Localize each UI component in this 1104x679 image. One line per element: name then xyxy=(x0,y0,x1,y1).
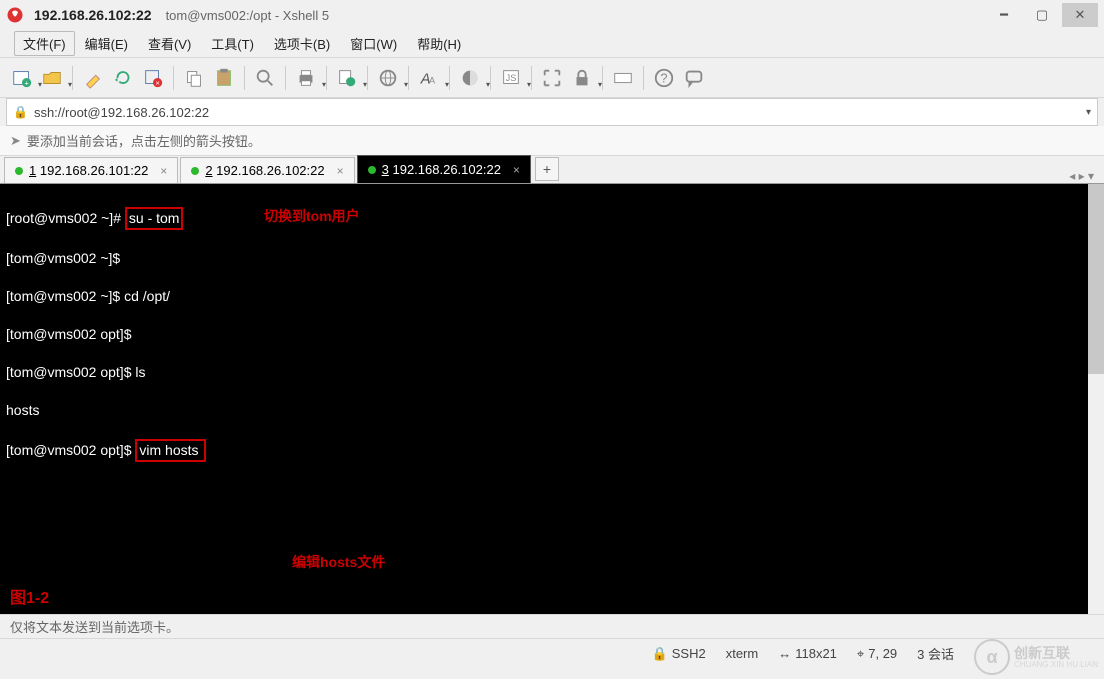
help-icon[interactable]: ? xyxy=(650,64,678,92)
arrow-hint-icon[interactable]: ➤ xyxy=(10,133,21,149)
tab-add-button[interactable]: + xyxy=(535,157,559,181)
address-text: ssh://root@192.168.26.102:22 xyxy=(34,105,209,120)
session-tabs: 1 192.168.26.101:22 × 2 192.168.26.102:2… xyxy=(0,156,1104,184)
svg-text:?: ? xyxy=(660,70,667,85)
footer-hint: 仅将文本发送到当前选项卡。 xyxy=(0,614,1104,638)
svg-text:JS: JS xyxy=(506,72,517,82)
search-icon[interactable] xyxy=(251,64,279,92)
status-cursor: ⌖7, 29 xyxy=(857,646,897,662)
terminal-scrollbar[interactable] xyxy=(1088,184,1104,614)
annotation-vim: 编辑hosts文件 xyxy=(292,553,385,572)
reconnect-icon[interactable] xyxy=(109,64,137,92)
cursor-icon: ⌖ xyxy=(857,646,864,662)
close-button[interactable]: ✕ xyxy=(1062,3,1098,27)
toolbar: +▾ ▾ × ▾ ▾ ▾ AA▾ ▾ JS▾ ▾ ? xyxy=(0,58,1104,98)
tab-nav[interactable]: ◂ ▸ ▾ xyxy=(1069,169,1100,183)
tab-2[interactable]: 2 192.168.26.102:22 × xyxy=(180,157,354,183)
title-subtitle: tom@vms002:/opt - Xshell 5 xyxy=(166,8,329,23)
chat-icon[interactable] xyxy=(680,64,708,92)
svg-text:+: + xyxy=(24,78,28,87)
menu-edit[interactable]: 编辑(E) xyxy=(75,30,138,57)
menubar: 文件(F) 编辑(E) 查看(V) 工具(T) 选项卡(B) 窗口(W) 帮助(… xyxy=(0,30,1104,58)
watermark-logo-icon: α xyxy=(974,639,1010,675)
status-ssh: 🔒SSH2 xyxy=(652,646,706,662)
highlight-box-vim: vim hosts xyxy=(135,439,206,462)
paste-icon[interactable] xyxy=(210,64,238,92)
menu-window[interactable]: 窗口(W) xyxy=(340,30,407,57)
font-icon[interactable]: AA▾ xyxy=(415,64,443,92)
address-dropdown-icon[interactable]: ▾ xyxy=(1086,107,1091,118)
status-sessions: 3 会话 xyxy=(917,644,954,663)
lock-icon[interactable]: ▾ xyxy=(568,64,596,92)
hint-bar: ➤ 要添加当前会话，点击左侧的箭头按钮。 xyxy=(0,126,1104,156)
highlight-box-su: su - tom xyxy=(125,207,184,230)
status-bar: 🔒SSH2 xterm ↔118x21 ⌖7, 29 3 会话 xyxy=(0,638,1104,668)
figure-label: 图1-2 xyxy=(10,589,49,608)
tab-1[interactable]: 1 192.168.26.101:22 × xyxy=(4,157,178,183)
title-host: 192.168.26.102:22 xyxy=(34,7,152,23)
resize-icon: ↔ xyxy=(778,646,791,661)
tab-close-icon[interactable]: × xyxy=(160,164,167,178)
status-size: ↔118x21 xyxy=(778,646,837,661)
menu-file[interactable]: 文件(F) xyxy=(14,31,75,56)
color-icon[interactable]: ▾ xyxy=(456,64,484,92)
minimize-button[interactable]: ━ xyxy=(986,3,1022,27)
address-bar[interactable]: 🔒 ssh://root@192.168.26.102:22 ▾ xyxy=(6,98,1098,126)
tab-3[interactable]: 3 192.168.26.102:22 × xyxy=(357,155,531,183)
new-session-icon[interactable]: +▾ xyxy=(8,64,36,92)
script-icon[interactable]: JS▾ xyxy=(497,64,525,92)
terminal[interactable]: [root@vms002 ~]# su - tom切换到tom用户 [tom@v… xyxy=(0,184,1104,614)
menu-view[interactable]: 查看(V) xyxy=(138,30,201,57)
lock-small-icon: 🔒 xyxy=(13,105,28,119)
svg-text:A: A xyxy=(429,75,436,85)
menu-help[interactable]: 帮助(H) xyxy=(407,30,471,57)
svg-text:×: × xyxy=(155,78,159,87)
status-dot-icon xyxy=(15,167,23,175)
copy-icon[interactable] xyxy=(180,64,208,92)
highlight-icon[interactable] xyxy=(79,64,107,92)
keyboard-icon[interactable] xyxy=(609,64,637,92)
hint-text: 要添加当前会话，点击左侧的箭头按钮。 xyxy=(27,131,261,150)
status-dot-icon xyxy=(368,166,376,174)
lock-status-icon: 🔒 xyxy=(652,646,668,662)
maximize-button[interactable]: ▢ xyxy=(1024,3,1060,27)
tab-close-icon[interactable]: × xyxy=(337,164,344,178)
properties-icon[interactable]: ▾ xyxy=(333,64,361,92)
annotation-su: 切换到tom用户 xyxy=(264,207,360,226)
titlebar: 192.168.26.102:22 tom@vms002:/opt - Xshe… xyxy=(0,0,1104,30)
app-icon xyxy=(6,6,24,24)
status-dot-icon xyxy=(191,167,199,175)
fullscreen-icon[interactable] xyxy=(538,64,566,92)
print-icon[interactable]: ▾ xyxy=(292,64,320,92)
globe-icon[interactable]: ▾ xyxy=(374,64,402,92)
disconnect-icon[interactable]: × xyxy=(139,64,167,92)
menu-tools[interactable]: 工具(T) xyxy=(201,30,264,57)
tab-close-icon[interactable]: × xyxy=(513,163,520,177)
status-term: xterm xyxy=(726,646,759,661)
watermark: α 创新互联 CHUANG XIN HU LIAN xyxy=(974,639,1098,675)
menu-tabs[interactable]: 选项卡(B) xyxy=(264,30,340,57)
open-icon[interactable]: ▾ xyxy=(38,64,66,92)
